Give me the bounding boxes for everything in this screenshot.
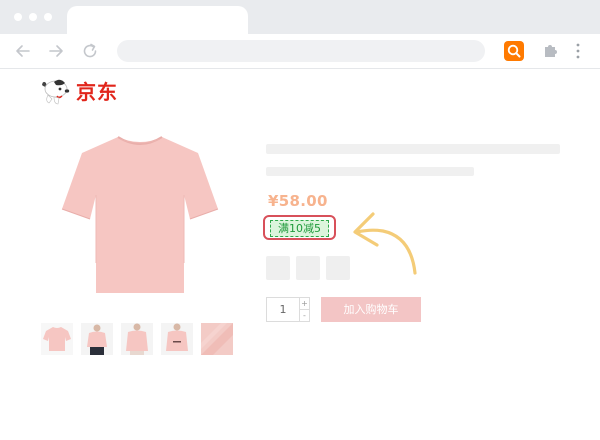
add-to-cart-button[interactable]: 加入购物车: [321, 297, 421, 322]
product-main-image[interactable]: [60, 133, 220, 295]
option-swatch-2[interactable]: [296, 256, 320, 280]
address-bar[interactable]: [117, 40, 485, 62]
window-dot-1[interactable]: [14, 13, 22, 21]
product-thumbnail-2[interactable]: [81, 323, 113, 355]
option-swatch-1[interactable]: [266, 256, 290, 280]
curved-arrow-icon: [353, 212, 417, 275]
browser-tab[interactable]: [67, 6, 248, 34]
quantity-stepper: 1 + -: [266, 297, 310, 322]
product-price: ¥58.00: [268, 192, 328, 210]
arrow-right-icon[interactable]: [46, 41, 66, 61]
window-dot-2[interactable]: [29, 13, 37, 21]
product-thumbnail-1[interactable]: [41, 323, 73, 355]
store-logo-text[interactable]: 京东: [76, 79, 118, 105]
kebab-menu-icon[interactable]: [575, 43, 581, 59]
reload-icon[interactable]: [80, 41, 100, 61]
quantity-input[interactable]: 1: [267, 298, 299, 321]
puzzle-icon[interactable]: [542, 41, 560, 59]
product-thumbnail-3[interactable]: [121, 323, 153, 355]
quantity-decrement-button[interactable]: -: [300, 310, 309, 321]
search-icon: [507, 44, 521, 58]
jd-dog-logo-icon: [42, 79, 70, 105]
product-thumbnail-5[interactable]: [201, 323, 233, 355]
promo-badge[interactable]: 满10减5: [270, 220, 329, 237]
search-extension-button[interactable]: [504, 41, 524, 61]
product-thumbnail-4[interactable]: [161, 323, 193, 355]
quantity-increment-button[interactable]: +: [300, 298, 309, 310]
window-dot-3[interactable]: [44, 13, 52, 21]
option-swatch-3[interactable]: [326, 256, 350, 280]
product-subtitle-placeholder: [266, 167, 474, 176]
product-title-placeholder: [266, 144, 560, 154]
arrow-left-icon[interactable]: [13, 41, 33, 61]
